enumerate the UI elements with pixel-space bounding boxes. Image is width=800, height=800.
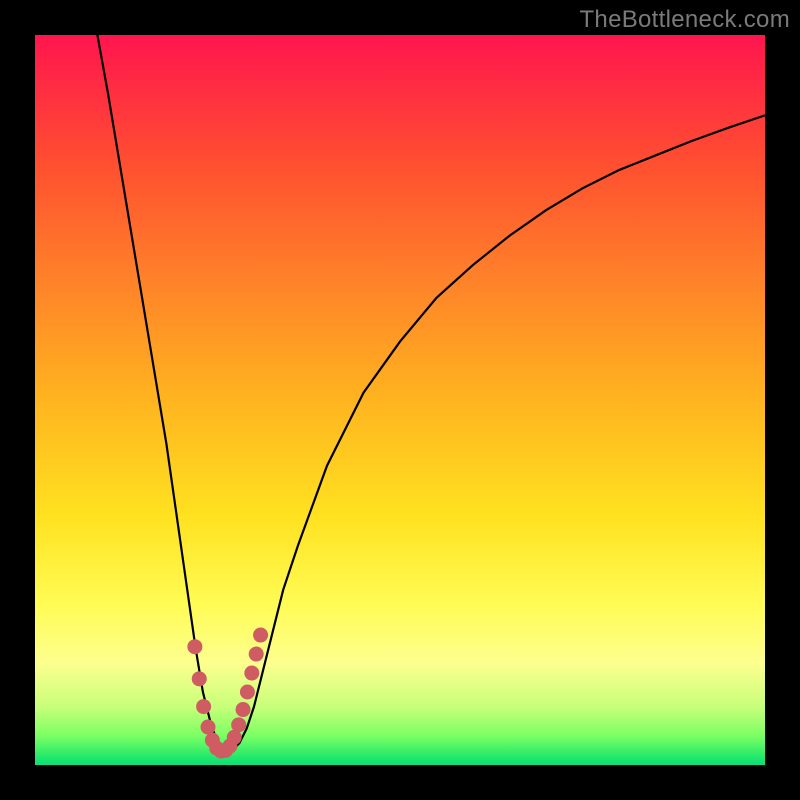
marker-dot [192, 671, 207, 686]
marker-dot [253, 628, 268, 643]
marker-dot [201, 720, 216, 735]
marker-dot [231, 717, 246, 732]
watermark-text: TheBottleneck.com [579, 6, 790, 34]
marker-dot [187, 639, 202, 654]
marker-dot [236, 702, 251, 717]
chart-plot-area [35, 35, 765, 765]
chart-frame: TheBottleneck.com [0, 0, 800, 800]
marker-dot [249, 647, 264, 662]
marker-dot [196, 699, 211, 714]
marker-dot [244, 666, 259, 681]
marker-dot [240, 685, 255, 700]
min-marker-dots [187, 628, 268, 759]
chart-svg [35, 35, 765, 765]
